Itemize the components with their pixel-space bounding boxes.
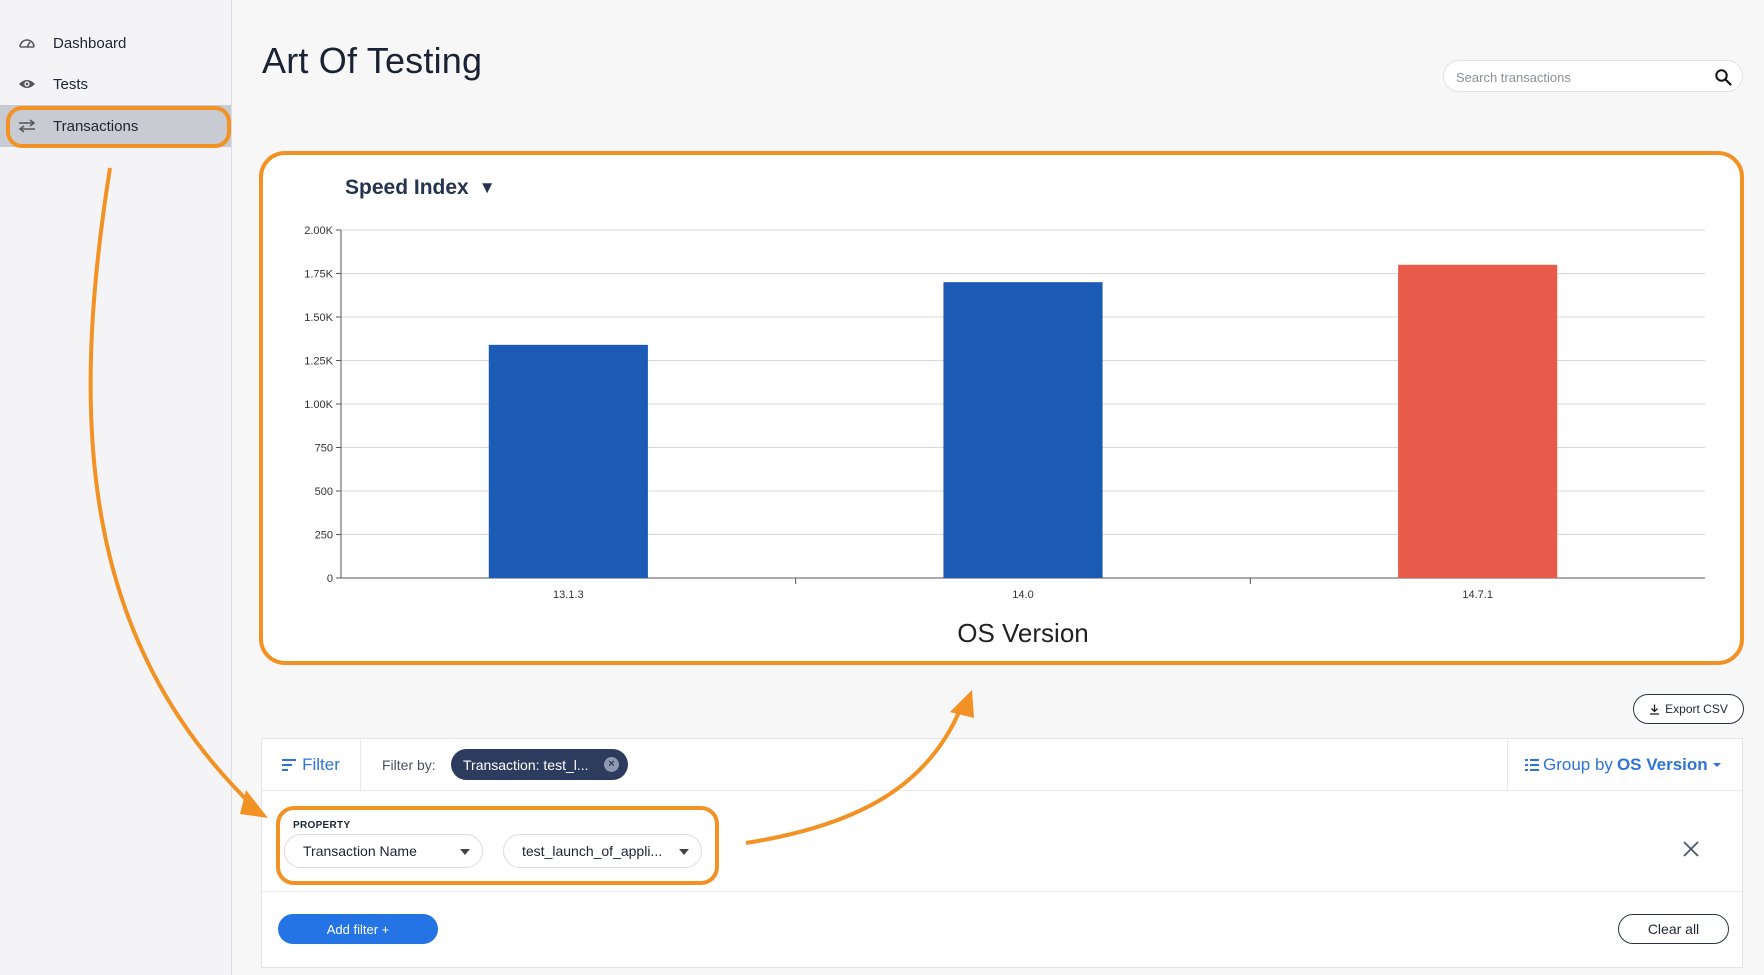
filter-tab-label: Filter: [302, 755, 340, 774]
group-by-value: OS Version: [1616, 755, 1708, 774]
sidebar-item-label: Tests: [53, 75, 89, 93]
page-title: Art Of Testing: [262, 40, 483, 81]
group-by-prefix: Group by: [1543, 755, 1613, 774]
filter-lines-icon: [282, 759, 297, 771]
sidebar-item-dashboard[interactable]: Dashboard: [0, 22, 231, 64]
x-axis-label: OS Version: [957, 618, 1089, 648]
remove-chip-icon[interactable]: ×: [604, 757, 619, 772]
x-tick-label: 13.1.3: [553, 589, 584, 601]
add-filter-button[interactable]: Add filter +: [278, 914, 438, 944]
filter-panel: Filter Filter by: Transaction: test_l...…: [261, 738, 1743, 968]
filter-chip-label: Transaction: test_l...: [463, 756, 589, 773]
arrowhead-icon: [950, 690, 974, 718]
list-icon: [1525, 759, 1539, 771]
caret-down-icon: ▼: [478, 178, 496, 197]
bar: [943, 282, 1103, 578]
bar-chart: 0 250 500 750 1.00K 1.25K 1.50K 1.75K 2.00K 13.1.…: [304, 225, 1705, 648]
y-tick-label: 1.75K: [304, 269, 333, 281]
x-tick-label: 14.7.1: [1462, 589, 1493, 601]
export-csv-label: Export CSV: [1665, 702, 1728, 716]
sidebar-item-label: Dashboard: [53, 34, 127, 52]
close-icon[interactable]: [1680, 838, 1702, 860]
caret-down-icon: [460, 849, 470, 855]
filter-by-label: Filter by:: [382, 757, 436, 773]
metric-dropdown[interactable]: Speed Index ▼: [345, 176, 496, 200]
property-select-value: Transaction Name: [303, 843, 417, 859]
divider: [262, 891, 1742, 892]
y-tick-label: 1.00K: [304, 399, 333, 411]
caret-down-icon: [1712, 763, 1721, 767]
metric-label: Speed Index: [345, 176, 469, 199]
x-tick-label: 14.0: [1012, 589, 1033, 601]
bar: [1398, 264, 1558, 578]
group-by-dropdown[interactable]: Group by OS Version: [1507, 739, 1742, 791]
app-root: Dashboard Tests Transactions Art Of Test…: [0, 0, 1764, 975]
sidebar-item-tests[interactable]: Tests: [0, 63, 231, 105]
y-tick-label: 250: [315, 530, 333, 542]
filter-toolbar: Filter Filter by: Transaction: test_l...…: [262, 739, 1742, 791]
search-input[interactable]: [1456, 67, 1696, 87]
value-select[interactable]: test_launch_of_appli...: [503, 834, 702, 868]
value-select-value: test_launch_of_appli...: [522, 843, 663, 859]
speedometer-icon: [19, 39, 35, 48]
y-tick-label: 500: [315, 486, 333, 498]
property-label: PROPERTY: [293, 820, 351, 831]
export-csv-button[interactable]: Export CSV: [1633, 694, 1744, 724]
y-tick-label: 1.50K: [304, 312, 333, 324]
download-icon: [1650, 704, 1660, 715]
caret-down-icon: [679, 849, 689, 855]
clear-all-button[interactable]: Clear all: [1618, 914, 1729, 944]
y-tick-label: 0: [327, 573, 333, 585]
filter-chip[interactable]: Transaction: test_l... ×: [451, 749, 628, 780]
search-icon[interactable]: [1714, 68, 1732, 86]
highlight-box: [6, 106, 231, 148]
filter-tab[interactable]: Filter: [262, 739, 361, 791]
bar: [488, 344, 648, 578]
property-select[interactable]: Transaction Name: [284, 834, 483, 868]
y-tick-label: 2.00K: [304, 225, 333, 237]
y-tick-label: 750: [315, 443, 333, 455]
search-box: [1443, 60, 1743, 92]
y-tick-label: 1.25K: [304, 356, 333, 368]
eye-icon: [19, 80, 35, 88]
